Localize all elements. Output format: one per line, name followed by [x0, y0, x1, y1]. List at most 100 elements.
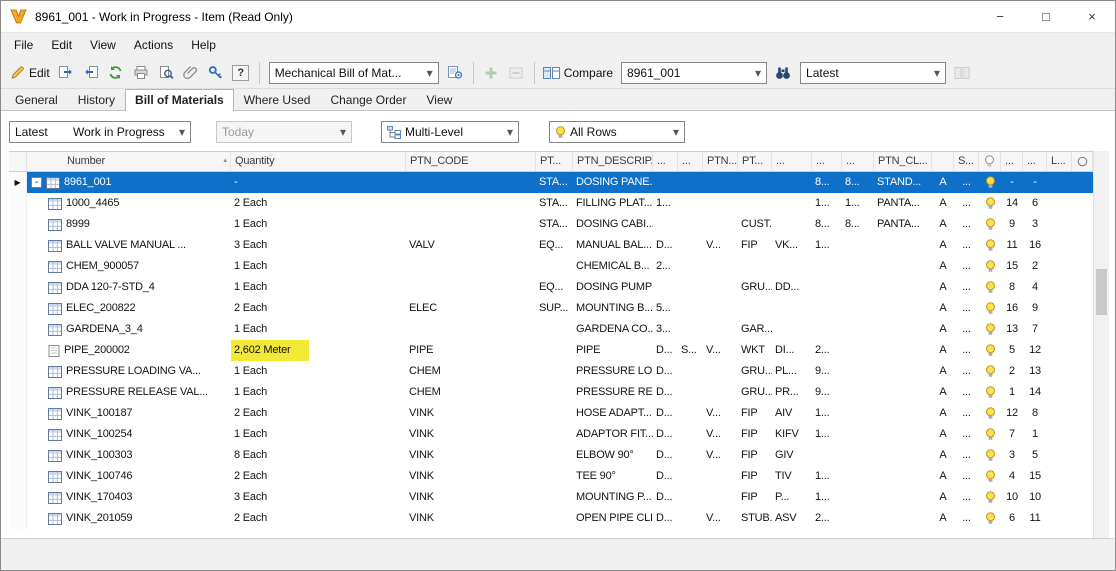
cell-d2[interactable] [678, 403, 703, 424]
cell-s[interactable]: ... [954, 403, 979, 424]
cell-bulb[interactable] [979, 403, 1001, 424]
cell-d3[interactable] [772, 172, 812, 193]
cell-quantity[interactable]: 1 Each [231, 214, 406, 235]
cell-d3[interactable] [772, 298, 812, 319]
cell-descrip[interactable]: MOUNTING B... [573, 298, 653, 319]
cell-d5[interactable] [842, 403, 874, 424]
cell-n1[interactable]: 8 [1001, 277, 1023, 298]
cell-pt2[interactable] [738, 172, 772, 193]
cell-n2[interactable]: 14 [1023, 382, 1047, 403]
cell-n2[interactable]: 13 [1023, 361, 1047, 382]
cell-d4[interactable] [812, 298, 842, 319]
row-selector[interactable] [9, 319, 27, 340]
cell-ptn_code[interactable] [406, 256, 536, 277]
table-row[interactable]: BALL VALVE MANUAL ... 3 Each VALV EQ... MANU… [9, 235, 1093, 256]
cell-circ[interactable] [1072, 277, 1093, 298]
table-row[interactable]: CHEM_900057 1 Each CHEMICAL B... 2... A... 15… [9, 256, 1093, 277]
cell-n1[interactable]: 6 [1001, 508, 1023, 529]
cell-descrip[interactable]: HOSE ADAPT... [573, 403, 653, 424]
cell-d2[interactable] [678, 382, 703, 403]
cell-d1[interactable]: D... [653, 445, 678, 466]
cell-pt1[interactable] [536, 403, 573, 424]
cell-s[interactable]: ... [954, 319, 979, 340]
cell-descrip[interactable]: ADAPTOR FIT... [573, 424, 653, 445]
cell-pt2[interactable]: FIP [738, 235, 772, 256]
cell-d2[interactable] [678, 235, 703, 256]
cell-n2[interactable]: 6 [1023, 193, 1047, 214]
cell-n2[interactable]: 11 [1023, 508, 1047, 529]
cell-pt2[interactable]: FIP [738, 424, 772, 445]
cell-a[interactable]: A [932, 340, 954, 361]
cell-bulb[interactable] [979, 340, 1001, 361]
table-row[interactable]: VINK_100303 8 Each VINK ELBOW 90° D... V... FI… [9, 445, 1093, 466]
row-selector[interactable] [9, 508, 27, 529]
cell-s[interactable]: ... [954, 172, 979, 193]
cell-bulb[interactable] [979, 277, 1001, 298]
cell-ptn[interactable] [703, 487, 738, 508]
cell-pt1[interactable]: EQ... [536, 235, 573, 256]
column-header-d3[interactable]: ... [772, 152, 812, 171]
cell-n1[interactable]: 3 [1001, 445, 1023, 466]
cell-d5[interactable] [842, 256, 874, 277]
cell-number[interactable]: VINK_170403 [27, 487, 231, 508]
cell-bulb[interactable] [979, 256, 1001, 277]
cell-s[interactable]: ... [954, 235, 979, 256]
cell-a[interactable]: A [932, 403, 954, 424]
cell-n1[interactable]: 13 [1001, 319, 1023, 340]
cell-quantity[interactable]: 1 Each [231, 319, 406, 340]
cell-descrip[interactable]: PIPE [573, 340, 653, 361]
maximize-button[interactable]: □ [1023, 1, 1069, 33]
cell-n1[interactable]: 10 [1001, 487, 1023, 508]
cell-d5[interactable]: 8... [842, 172, 874, 193]
cell-pt2[interactable] [738, 298, 772, 319]
cell-d4[interactable] [812, 319, 842, 340]
tab-history[interactable]: History [68, 89, 125, 110]
cell-n2[interactable]: 8 [1023, 403, 1047, 424]
cell-ptn_code[interactable]: CHEM [406, 361, 536, 382]
cell-descrip[interactable]: DOSING PANE... [573, 172, 653, 193]
cell-d5[interactable] [842, 298, 874, 319]
cell-s[interactable]: ... [954, 382, 979, 403]
close-button[interactable]: × [1069, 1, 1115, 33]
cell-d5[interactable]: 8... [842, 214, 874, 235]
row-selector[interactable]: ▶ [9, 172, 27, 193]
cell-pt2[interactable] [738, 193, 772, 214]
cell-ptn[interactable]: V... [703, 403, 738, 424]
cell-n1[interactable]: 12 [1001, 403, 1023, 424]
scrollbar-thumb[interactable] [1096, 269, 1107, 315]
column-header-descrip[interactable]: PTN_DESCRIP... [573, 152, 653, 171]
cell-ptn_code[interactable]: VALV [406, 235, 536, 256]
cell-a[interactable]: A [932, 508, 954, 529]
cell-a[interactable]: A [932, 277, 954, 298]
cell-d4[interactable] [812, 256, 842, 277]
cell-n2[interactable]: 10 [1023, 487, 1047, 508]
table-row[interactable]: 8999 1 Each STA...DOSING CABI... CUST... 8..… [9, 214, 1093, 235]
cell-n1[interactable]: 15 [1001, 256, 1023, 277]
cell-d5[interactable] [842, 424, 874, 445]
cell-l[interactable] [1047, 466, 1072, 487]
cell-n2[interactable]: 12 [1023, 340, 1047, 361]
cell-quantity[interactable]: 2 Each [231, 466, 406, 487]
compare-version-combo[interactable]: Latest ▾ [800, 61, 947, 84]
column-header-number[interactable]: Number ▲ [27, 152, 231, 171]
cell-ptn[interactable] [703, 277, 738, 298]
bom-view-combo[interactable]: Mechanical Bill of Mat... ▾ [268, 61, 439, 84]
cell-number[interactable]: PRESSURE LOADING VA... [27, 361, 231, 382]
cell-d3[interactable] [772, 319, 812, 340]
cell-l[interactable] [1047, 298, 1072, 319]
cell-circ[interactable] [1072, 172, 1093, 193]
cell-circ[interactable] [1072, 508, 1093, 529]
cell-d5[interactable] [842, 319, 874, 340]
cell-pt1[interactable] [536, 445, 573, 466]
cell-d5[interactable] [842, 445, 874, 466]
cell-circ[interactable] [1072, 235, 1093, 256]
cell-d3[interactable]: DD... [772, 277, 812, 298]
cell-a[interactable]: A [932, 361, 954, 382]
cell-ptn[interactable] [703, 214, 738, 235]
cell-ptn_cl[interactable] [874, 256, 932, 277]
cell-ptn_code[interactable] [406, 193, 536, 214]
cell-ptn_code[interactable]: VINK [406, 403, 536, 424]
cell-descrip[interactable]: CHEMICAL B... [573, 256, 653, 277]
cell-ptn[interactable]: V... [703, 424, 738, 445]
column-header-n2[interactable]: ... [1023, 152, 1047, 171]
